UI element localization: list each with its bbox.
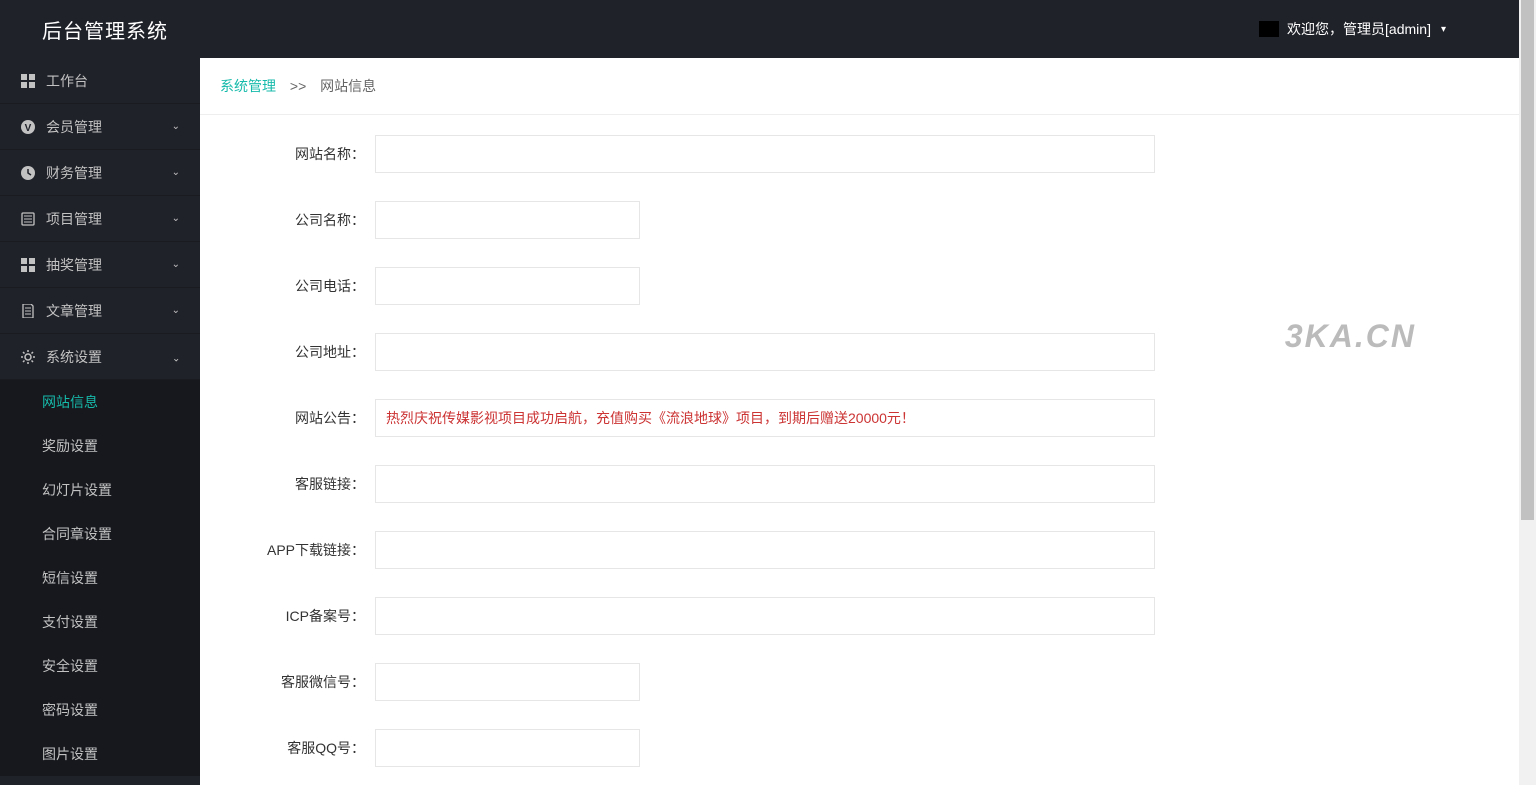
- scrollbar-thumb[interactable]: [1521, 0, 1534, 520]
- chevron-down-icon: ⌄: [172, 259, 180, 270]
- form-row-icp: ICP备案号：: [220, 597, 1340, 635]
- sidebar-item-project[interactable]: 项目管理 ⌄: [0, 196, 200, 242]
- breadcrumb-link[interactable]: 系统管理: [220, 78, 276, 94]
- qq-input[interactable]: [375, 729, 640, 767]
- sidebar-item-article[interactable]: 文章管理 ⌄: [0, 288, 200, 334]
- sidebar-item-dashboard[interactable]: 工作台: [0, 58, 200, 104]
- grid-icon: [20, 257, 36, 273]
- app-link-input[interactable]: [375, 531, 1155, 569]
- gear-icon: [20, 349, 36, 365]
- breadcrumb-separator: >>: [290, 78, 306, 94]
- submenu-security[interactable]: 安全设置: [0, 644, 200, 688]
- site-notice-label: 网站公告：: [220, 408, 375, 428]
- app-link-label: APP下载链接：: [220, 540, 375, 560]
- form-row-company-phone: 公司电话：: [220, 267, 1340, 305]
- sidebar-item-label: 工作台: [46, 71, 180, 91]
- chevron-down-icon: ⌄: [172, 213, 180, 224]
- form-row-wechat: 客服微信号：: [220, 663, 1340, 701]
- user-menu[interactable]: 欢迎您，管理员[admin] ▾: [1259, 19, 1446, 39]
- sidebar-item-member[interactable]: V 会员管理 ⌄: [0, 104, 200, 150]
- submenu-contract[interactable]: 合同章设置: [0, 512, 200, 556]
- page-scrollbar[interactable]: [1519, 0, 1536, 785]
- sidebar-item-label: 抽奖管理: [46, 255, 172, 275]
- submenu-slide[interactable]: 幻灯片设置: [0, 468, 200, 512]
- form-row-site-name: 网站名称：: [220, 135, 1340, 173]
- dashboard-icon: [20, 73, 36, 89]
- sidebar-item-label: 系统设置: [46, 347, 172, 367]
- sidebar-submenu: 网站信息 奖励设置 幻灯片设置 合同章设置 短信设置 支付设置 安全设置 密码设…: [0, 380, 200, 776]
- sidebar-item-label: 财务管理: [46, 163, 172, 183]
- form-row-app-link: APP下载链接：: [220, 531, 1340, 569]
- document-icon: [20, 303, 36, 319]
- chevron-up-icon: ⌃: [172, 351, 180, 362]
- breadcrumb: 系统管理 >> 网站信息: [200, 58, 1536, 115]
- submenu-image[interactable]: 图片设置: [0, 732, 200, 776]
- company-addr-input[interactable]: [375, 333, 1155, 371]
- service-link-label: 客服链接：: [220, 474, 375, 494]
- sidebar-item-finance[interactable]: 财务管理 ⌄: [0, 150, 200, 196]
- welcome-text: 欢迎您，管理员[admin]: [1287, 19, 1431, 39]
- breadcrumb-current: 网站信息: [320, 78, 376, 94]
- sidebar-item-system[interactable]: 系统设置 ⌃: [0, 334, 200, 380]
- site-name-input[interactable]: [375, 135, 1155, 173]
- form-row-company-name: 公司名称：: [220, 201, 1340, 239]
- sidebar-item-label: 项目管理: [46, 209, 172, 229]
- chevron-down-icon: ▾: [1441, 24, 1446, 35]
- form-row-service-link: 客服链接：: [220, 465, 1340, 503]
- site-name-label: 网站名称：: [220, 144, 375, 164]
- company-addr-label: 公司地址：: [220, 342, 375, 362]
- company-phone-input[interactable]: [375, 267, 640, 305]
- submenu-reward[interactable]: 奖励设置: [0, 424, 200, 468]
- qq-label: 客服QQ号：: [220, 738, 375, 758]
- icp-input[interactable]: [375, 597, 1155, 635]
- form-row-qq: 客服QQ号：: [220, 729, 1340, 767]
- top-header: 后台管理系统 欢迎您，管理员[admin] ▾: [0, 0, 1536, 58]
- list-icon: [20, 211, 36, 227]
- wechat-label: 客服微信号：: [220, 672, 375, 692]
- sidebar-item-lottery[interactable]: 抽奖管理 ⌄: [0, 242, 200, 288]
- submenu-payment[interactable]: 支付设置: [0, 600, 200, 644]
- sidebar-item-label: 文章管理: [46, 301, 172, 321]
- main-content: 系统管理 >> 网站信息 3KA.CN 网站名称： 公司名称： 公司电话：: [200, 58, 1536, 785]
- sidebar: 工作台 V 会员管理 ⌄ 财务管理 ⌄ 项目管理 ⌄: [0, 58, 200, 785]
- submenu-password[interactable]: 密码设置: [0, 688, 200, 732]
- submenu-sms[interactable]: 短信设置: [0, 556, 200, 600]
- avatar-icon: [1259, 21, 1279, 37]
- chevron-down-icon: ⌄: [172, 121, 180, 132]
- sidebar-item-label: 会员管理: [46, 117, 172, 137]
- app-title: 后台管理系统: [42, 15, 168, 44]
- svg-text:V: V: [25, 123, 32, 134]
- form-row-company-addr: 公司地址：: [220, 333, 1340, 371]
- chevron-down-icon: ⌄: [172, 167, 180, 178]
- chevron-down-icon: ⌄: [172, 305, 180, 316]
- user-circle-icon: V: [20, 119, 36, 135]
- wechat-input[interactable]: [375, 663, 640, 701]
- company-phone-label: 公司电话：: [220, 276, 375, 296]
- clock-icon: [20, 165, 36, 181]
- submenu-site-info[interactable]: 网站信息: [0, 380, 200, 424]
- icp-label: ICP备案号：: [220, 606, 375, 626]
- company-name-label: 公司名称：: [220, 210, 375, 230]
- form-row-site-notice: 网站公告：: [220, 399, 1340, 437]
- service-link-input[interactable]: [375, 465, 1155, 503]
- site-notice-input[interactable]: [375, 399, 1155, 437]
- company-name-input[interactable]: [375, 201, 640, 239]
- form-area: 网站名称： 公司名称： 公司电话： 公司地址： 网站公告：: [200, 115, 1360, 785]
